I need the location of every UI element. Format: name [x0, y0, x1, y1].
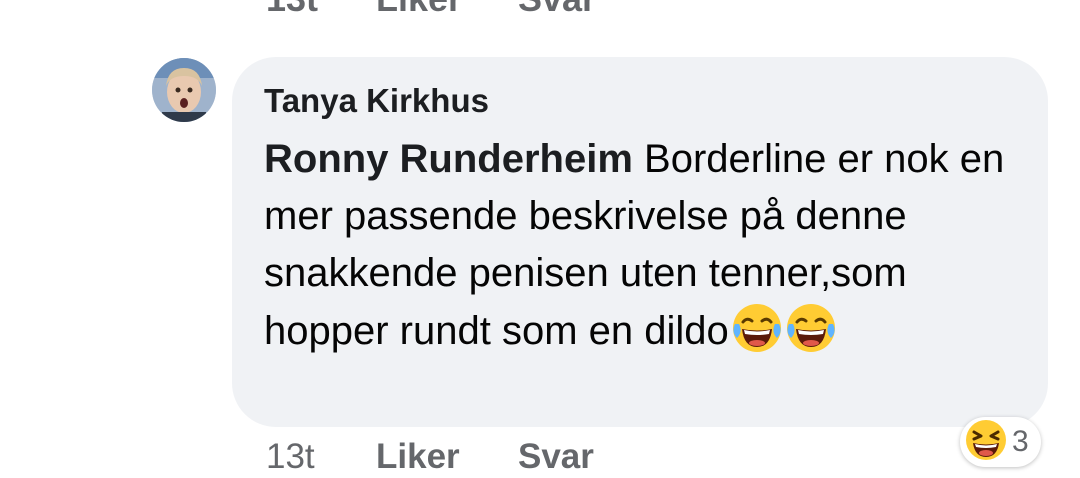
like-button[interactable]: Liker: [376, 437, 518, 477]
reaction-summary[interactable]: 3: [960, 417, 1041, 467]
laughing-tears-emoji-icon: [731, 302, 783, 354]
comment-thread: 13t Liker Svar Tanya Kirkhus Ronny Runde…: [0, 0, 1080, 478]
comment-bubble: Tanya Kirkhus Ronny Runderheim Borderlin…: [232, 57, 1048, 427]
comment-author[interactable]: Tanya Kirkhus: [264, 79, 1016, 123]
previous-like-button[interactable]: Liker: [376, 0, 518, 20]
comment-mention[interactable]: Ronny Runderheim: [264, 137, 633, 181]
avatar[interactable]: [152, 58, 216, 122]
comment-body: Ronny Runderheim Borderline er nok en me…: [264, 131, 1024, 360]
previous-comment-time: 13t: [266, 0, 376, 20]
reply-button[interactable]: Svar: [518, 437, 594, 477]
comment-actions: 13t Liker Svar: [266, 434, 594, 478]
previous-reply-button[interactable]: Svar: [518, 0, 596, 20]
laughing-squint-emoji-icon: [964, 418, 1008, 467]
comment-time[interactable]: 13t: [266, 437, 376, 477]
reaction-count: 3: [1012, 425, 1029, 458]
previous-comment-actions: 13t Liker Svar: [266, 0, 596, 20]
laughing-tears-emoji-icon: [785, 302, 837, 354]
